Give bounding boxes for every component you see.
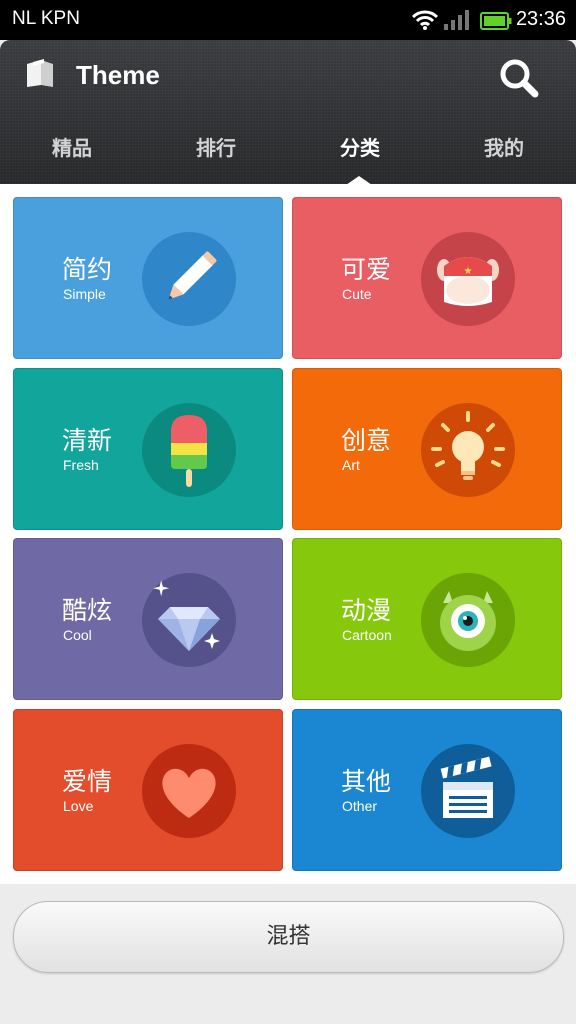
- tab-bar: 精品 排行 分类 我的: [0, 128, 576, 184]
- category-title: 创意: [341, 426, 392, 455]
- category-subtitle: Simple: [63, 286, 106, 302]
- diamond-icon: [153, 580, 220, 651]
- category-icon-circle: [421, 573, 515, 667]
- category-subtitle: Love: [63, 798, 94, 814]
- category-title: 简约: [62, 255, 113, 284]
- category-grid: 简约 Simple 可爱 Cute ★ 清新 Fresh 创意 Art 酷炫 C…: [0, 184, 576, 884]
- page-title: Theme: [76, 60, 160, 90]
- category-tile-simple[interactable]: 简约 Simple: [13, 197, 283, 359]
- category-title: 动漫: [341, 596, 392, 625]
- clapperboard-icon: [440, 756, 493, 818]
- app-header: Theme 精品 排行 分类 我的: [0, 40, 576, 184]
- category-subtitle: Other: [342, 798, 378, 814]
- wifi-icon: [412, 10, 438, 30]
- category-tile-cute[interactable]: 可爱 Cute ★: [292, 197, 562, 359]
- lightbulb-icon: [431, 411, 505, 480]
- theme-book-icon: [27, 59, 53, 87]
- category-subtitle: Cool: [63, 627, 92, 643]
- svg-text:★: ★: [464, 266, 473, 277]
- category-icon-circle: ★: [421, 232, 515, 326]
- tab-mine[interactable]: 我的: [432, 128, 576, 184]
- cute-mascot-icon: ★: [437, 257, 499, 306]
- tab-ranking[interactable]: 排行: [144, 128, 288, 184]
- category-icon-circle: [142, 232, 236, 326]
- category-title: 爱情: [62, 767, 113, 796]
- one-eye-monster-icon: [440, 591, 496, 651]
- tab-featured[interactable]: 精品: [0, 128, 144, 184]
- category-tile-love[interactable]: 爱情 Love: [13, 709, 283, 871]
- mix-button[interactable]: 混搭: [13, 901, 564, 973]
- search-button[interactable]: [494, 54, 544, 104]
- category-icon-circle: [142, 403, 236, 497]
- category-tile-cool[interactable]: 酷炫 Cool: [13, 538, 283, 700]
- category-tile-art[interactable]: 创意 Art: [292, 368, 562, 530]
- search-icon: [500, 59, 539, 98]
- carrier-name: NL KPN: [12, 8, 80, 29]
- category-tile-other[interactable]: 其他 Other: [292, 709, 562, 871]
- category-title: 酷炫: [62, 596, 113, 625]
- category-icon-circle: [142, 573, 236, 667]
- status-bar: NL KPN 23:36: [0, 0, 576, 40]
- category-icon-circle: [142, 744, 236, 838]
- category-subtitle: Art: [342, 457, 360, 473]
- category-title: 可爱: [341, 255, 392, 284]
- category-subtitle: Cute: [342, 286, 372, 302]
- battery-icon: [480, 12, 512, 30]
- popsicle-icon: [171, 415, 207, 487]
- category-title: 其他: [341, 767, 392, 796]
- category-icon-circle: [421, 744, 515, 838]
- clock: 23:36: [515, 8, 566, 30]
- heart-icon: [162, 768, 216, 818]
- category-title: 清新: [62, 426, 113, 455]
- pencil-icon: [168, 251, 217, 300]
- signal-icon: [444, 10, 469, 30]
- category-subtitle: Fresh: [63, 457, 99, 473]
- category-tile-cartoon[interactable]: 动漫 Cartoon: [292, 538, 562, 700]
- category-icon-circle: [421, 403, 515, 497]
- category-tile-fresh[interactable]: 清新 Fresh: [13, 368, 283, 530]
- category-subtitle: Cartoon: [342, 627, 392, 643]
